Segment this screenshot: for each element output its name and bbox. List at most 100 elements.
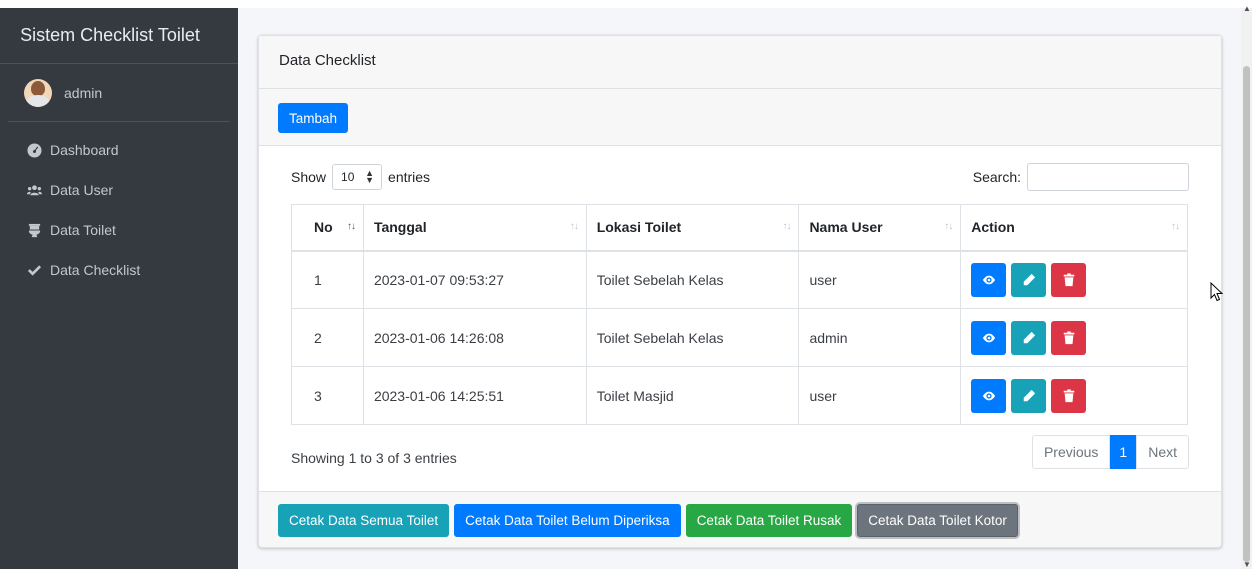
scrollbar-thumb[interactable] bbox=[1243, 66, 1250, 562]
entries-label: entries bbox=[388, 169, 431, 185]
toilet-icon bbox=[26, 222, 42, 238]
eye-icon bbox=[982, 391, 995, 400]
sort-icon: ↑↓ bbox=[1171, 221, 1180, 232]
view-button[interactable] bbox=[971, 320, 1007, 355]
cell-nama-user: user bbox=[798, 250, 962, 309]
table-row: 2 2023-01-06 14:26:08 Toilet Sebelah Kel… bbox=[291, 308, 1188, 367]
show-label: Show bbox=[291, 169, 327, 185]
pencil-icon bbox=[1023, 273, 1035, 285]
column-label: Tanggal bbox=[373, 219, 427, 236]
scroll-down-icon[interactable]: ▼ bbox=[1243, 560, 1251, 569]
search-label: Search: bbox=[972, 169, 1021, 185]
edit-button[interactable] bbox=[1011, 378, 1047, 413]
page-1-button[interactable]: 1 bbox=[1110, 435, 1137, 469]
sort-icon: ↑↓ bbox=[782, 221, 791, 232]
sidebar-item-dashboard[interactable]: Dashboard bbox=[0, 130, 238, 170]
datatable-search: Search: bbox=[973, 163, 1189, 191]
cell-tanggal: 2023-01-07 09:53:27 bbox=[362, 250, 587, 309]
entries-info: Showing 1 to 3 of 3 entries bbox=[291, 450, 457, 466]
edit-button[interactable] bbox=[1011, 262, 1047, 297]
entries-select[interactable]: 10 ▲ ▼ bbox=[332, 164, 383, 190]
sort-icon: ↑↓ bbox=[346, 221, 356, 232]
cell-lokasi: Toilet Sebelah Kelas bbox=[585, 250, 800, 309]
card-body: Show 10 ▲ ▼ entries Search: No ↑↓ Tanggal ↑… bbox=[259, 146, 1221, 491]
mouse-cursor-icon bbox=[1210, 282, 1224, 302]
edit-button[interactable] bbox=[1011, 320, 1047, 355]
sidebar-item-data-checklist[interactable]: Data Checklist bbox=[0, 250, 238, 290]
sidebar-item-data-toilet[interactable]: Data Toilet bbox=[0, 210, 238, 250]
checklist-card: Data Checklist Tambah Show 10 ▲ ▼ entries… bbox=[258, 35, 1222, 548]
column-label: Lokasi Toilet bbox=[596, 219, 682, 236]
cell-lokasi: Toilet Sebelah Kelas bbox=[585, 308, 800, 367]
entries-value: 10 bbox=[341, 170, 355, 184]
sidebar-item-label: Data User bbox=[50, 182, 114, 198]
user-panel[interactable]: admin bbox=[8, 64, 230, 122]
sidebar-nav: Dashboard Data User Data Toilet Data Che… bbox=[0, 122, 238, 290]
cell-no: 3 bbox=[291, 366, 364, 425]
cell-no: 1 bbox=[291, 250, 364, 309]
delete-button[interactable] bbox=[1051, 378, 1087, 413]
table-row: 1 2023-01-07 09:53:27 Toilet Sebelah Kel… bbox=[291, 250, 1188, 309]
card-toolbar: Tambah bbox=[259, 89, 1221, 146]
pagination: Previous 1 Next bbox=[1031, 435, 1189, 469]
cell-action bbox=[960, 366, 1188, 425]
cell-nama-user: user bbox=[798, 366, 962, 425]
column-label: No bbox=[314, 219, 333, 236]
print-unchecked-toilet-button[interactable]: Cetak Data Toilet Belum Diperiksa bbox=[454, 504, 681, 537]
tachometer-icon bbox=[26, 142, 42, 158]
trash-icon bbox=[1063, 330, 1074, 344]
check-icon bbox=[26, 262, 42, 278]
print-dirty-toilet-button[interactable]: Cetak Data Toilet Kotor bbox=[857, 504, 1018, 537]
brand-text: Sistem Checklist Toilet bbox=[20, 25, 200, 45]
user-name: admin bbox=[64, 84, 103, 101]
eye-icon bbox=[982, 333, 995, 342]
checklist-table: No ↑↓ Tanggal ↑↓ Lokasi Toilet ↑↓ Nama User… bbox=[291, 204, 1188, 425]
delete-button[interactable] bbox=[1051, 262, 1087, 297]
sidebar-item-label: Data Checklist bbox=[50, 262, 141, 278]
view-button[interactable] bbox=[971, 262, 1007, 297]
column-label: Nama User bbox=[809, 219, 883, 236]
add-button[interactable]: Tambah bbox=[278, 103, 349, 133]
scroll-up-icon[interactable]: ▲ bbox=[1243, 4, 1251, 13]
column-header-no[interactable]: No ↑↓ bbox=[291, 204, 364, 252]
card-footer: Cetak Data Semua Toilet Cetak Data Toile… bbox=[259, 491, 1221, 547]
entries-length: Show 10 ▲ ▼ entries bbox=[291, 164, 430, 190]
sidebar-item-label: Data Toilet bbox=[50, 222, 116, 238]
previous-page-button[interactable]: Previous bbox=[1031, 435, 1111, 469]
sort-icon: ↑↓ bbox=[569, 221, 579, 232]
table-row: 3 2023-01-06 14:25:51 Toilet Masjid user bbox=[291, 366, 1188, 425]
card-title: Data Checklist bbox=[279, 52, 376, 69]
datatable-bottom: Showing 1 to 3 of 3 entries Previous 1 N… bbox=[291, 435, 1189, 469]
search-input[interactable] bbox=[1027, 163, 1189, 191]
column-header-action[interactable]: Action ↑↓ bbox=[960, 204, 1188, 252]
avatar bbox=[24, 78, 52, 107]
page-scrollbar[interactable]: ▲ ▼ bbox=[1241, 4, 1252, 569]
table-header-row: No ↑↓ Tanggal ↑↓ Lokasi Toilet ↑↓ Nama User… bbox=[291, 204, 1188, 252]
sidebar-item-data-user[interactable]: Data User bbox=[0, 170, 238, 210]
sidebar: Sistem Checklist Toilet admin Dashboard … bbox=[0, 8, 238, 569]
column-header-tanggal[interactable]: Tanggal ↑↓ bbox=[362, 204, 587, 252]
cell-tanggal: 2023-01-06 14:25:51 bbox=[362, 366, 587, 425]
cell-nama-user: admin bbox=[798, 308, 962, 367]
sort-caret-icon: ▲ ▼ bbox=[365, 168, 375, 185]
print-broken-toilet-button[interactable]: Cetak Data Toilet Rusak bbox=[685, 504, 853, 537]
brand-link[interactable]: Sistem Checklist Toilet bbox=[0, 8, 238, 64]
column-header-lokasi[interactable]: Lokasi Toilet ↑↓ bbox=[585, 204, 800, 252]
eye-icon bbox=[982, 275, 995, 285]
cell-lokasi: Toilet Masjid bbox=[585, 366, 800, 425]
cell-action bbox=[960, 250, 1188, 309]
next-page-button[interactable]: Next bbox=[1136, 435, 1189, 469]
pencil-icon bbox=[1023, 389, 1035, 401]
cell-no: 2 bbox=[291, 308, 364, 367]
pencil-icon bbox=[1023, 331, 1035, 343]
sidebar-item-label: Dashboard bbox=[50, 142, 119, 158]
top-strip bbox=[0, 0, 1252, 8]
print-all-toilet-button[interactable]: Cetak Data Semua Toilet bbox=[278, 504, 450, 537]
column-label: Action bbox=[971, 219, 1015, 236]
cell-tanggal: 2023-01-06 14:26:08 bbox=[362, 308, 587, 367]
delete-button[interactable] bbox=[1051, 320, 1087, 355]
datatable-top: Show 10 ▲ ▼ entries Search: bbox=[291, 163, 1189, 191]
column-header-nama-user[interactable]: Nama User ↑↓ bbox=[798, 204, 962, 252]
view-button[interactable] bbox=[971, 378, 1007, 413]
card-header: Data Checklist bbox=[259, 36, 1221, 89]
